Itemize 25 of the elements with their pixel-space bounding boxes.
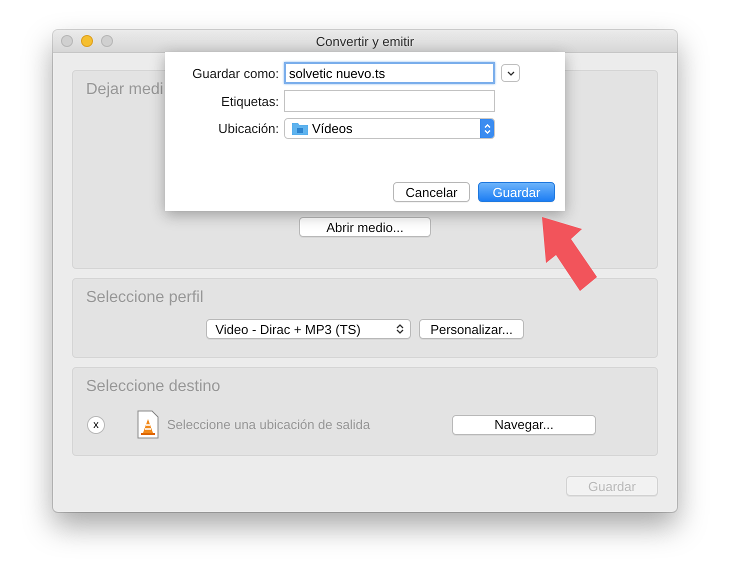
cancel-button[interactable]: Cancelar — [393, 182, 470, 202]
close-button[interactable] — [61, 35, 73, 47]
stepper-icon — [480, 119, 494, 138]
window-title: Convertir y emitir — [314, 34, 416, 48]
field-label: Guardar como: — [191, 66, 279, 80]
field-label: Ubicación: — [217, 121, 279, 136]
location-dropdown[interactable]: Vídeos — [284, 118, 495, 139]
customize-button[interactable]: Personalizar... — [419, 319, 524, 339]
profile-dropdown[interactable]: Video - Dirac + MP3 (TS) — [206, 319, 412, 339]
open-media-button[interactable]: Abrir medio... — [299, 217, 431, 237]
text-field[interactable] — [284, 90, 495, 112]
text-field[interactable]: solvetic nuevo.ts — [284, 62, 495, 84]
chevron-up-down-icon — [396, 323, 404, 335]
section-title: Seleccione perfil — [86, 289, 204, 307]
chevron-down-icon — [506, 70, 514, 76]
field-label: Etiquetas: — [220, 94, 279, 108]
folder-icon — [292, 122, 308, 135]
clear-button[interactable]: x — [87, 416, 105, 434]
browse-button[interactable]: Navegar... — [452, 414, 596, 434]
cone-file-icon — [137, 410, 159, 439]
zoom-button[interactable] — [101, 35, 113, 47]
minimize-button[interactable] — [81, 35, 93, 47]
expand-button[interactable] — [501, 64, 520, 82]
section-title: Seleccione destino — [86, 378, 220, 396]
section-title: Dejar medi — [86, 81, 164, 99]
